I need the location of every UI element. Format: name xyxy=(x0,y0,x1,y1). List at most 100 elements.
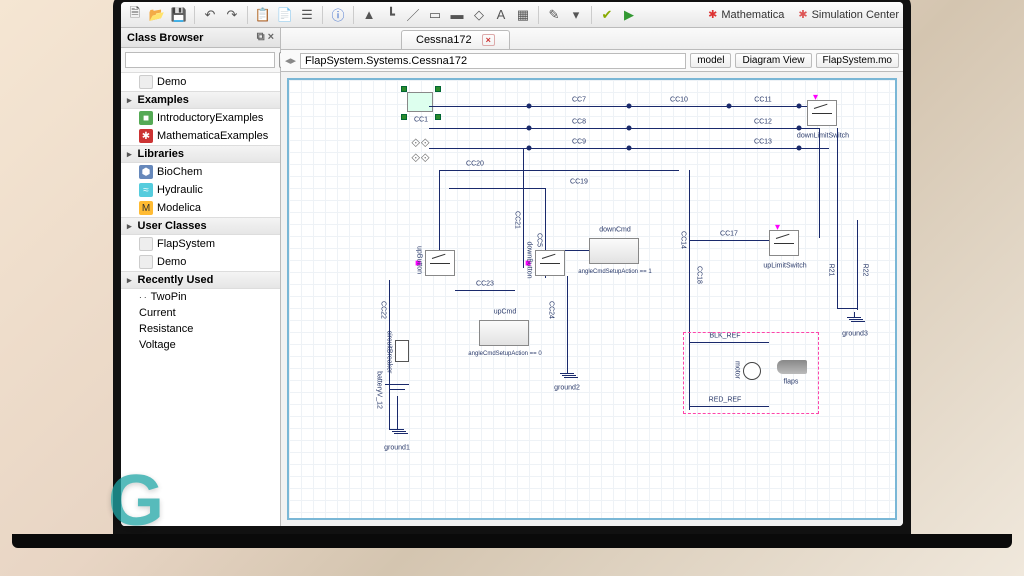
class-browser-title: Class Browser xyxy=(127,32,203,44)
port-cluster-icon: ⟐⟐⟐⟐ xyxy=(411,136,430,166)
up-limit-switch[interactable] xyxy=(769,230,799,256)
lbl-r21: R21 xyxy=(828,264,835,277)
model-path-input[interactable] xyxy=(300,53,686,69)
lbl-uplimit: upLimitSwitch xyxy=(763,263,806,270)
redo-icon[interactable]: ↷ xyxy=(222,5,242,25)
lbl-cc1: CC1 xyxy=(414,117,428,124)
down-button[interactable] xyxy=(535,250,565,276)
path-bar: ◂▸ model Diagram View FlapSystem.mo xyxy=(281,50,903,72)
lbl-action1: angleCmdSetupAction == 1 xyxy=(578,269,651,275)
connect-tool-icon[interactable]: ┗ xyxy=(381,5,401,25)
selected-component[interactable] xyxy=(407,92,433,112)
rect-fill-icon[interactable]: ▬ xyxy=(447,5,467,25)
find-input[interactable] xyxy=(125,52,275,68)
panel-pin-icon[interactable]: ⧉ xyxy=(257,31,265,44)
dropdown-icon[interactable]: ▾ xyxy=(566,5,586,25)
battery[interactable] xyxy=(385,380,409,396)
panel-close-icon[interactable]: × xyxy=(268,31,274,44)
up-button[interactable] xyxy=(425,250,455,276)
chip-file[interactable]: FlapSystem.mo xyxy=(816,53,899,68)
lbl-cc21: CC21 xyxy=(514,211,521,229)
tab-cessna172[interactable]: Cessna172 × xyxy=(401,30,510,49)
tree-item-demo[interactable]: Demo xyxy=(121,73,280,91)
tree-item-twopin[interactable]: · ·TwoPin xyxy=(121,289,280,305)
ground1[interactable] xyxy=(388,424,406,438)
tree-cat-userclasses[interactable]: User Classes xyxy=(121,217,280,235)
save-icon[interactable]: 💾 xyxy=(169,5,189,25)
tree-item-demo2[interactable]: Demo xyxy=(121,253,280,271)
open-file-icon[interactable]: 📂 xyxy=(147,5,167,25)
info-icon[interactable]: ⓘ xyxy=(328,5,348,25)
simulation-center-link[interactable]: ✱ Simulation Center xyxy=(798,8,899,21)
pen-icon[interactable]: ✎ xyxy=(544,5,564,25)
lbl-downcmd: downCmd xyxy=(599,227,631,234)
lbl-ground3: ground3 xyxy=(842,331,868,338)
lbl-cc22: CC22 xyxy=(380,301,387,319)
tree-item-hydraulic[interactable]: ≈Hydraulic xyxy=(121,181,280,199)
chip-diagram-view[interactable]: Diagram View xyxy=(735,53,811,68)
lbl-cc7: CC7 xyxy=(572,97,586,104)
rect-tool-icon[interactable]: ▭ xyxy=(425,5,445,25)
path-nav-icon[interactable]: ◂▸ xyxy=(285,54,296,67)
pointer-tool-icon[interactable]: ▲ xyxy=(359,5,379,25)
lbl-cc19: CC19 xyxy=(570,179,588,186)
simcenter-label: Simulation Center xyxy=(812,9,899,21)
class-tree[interactable]: Demo Examples ■IntroductoryExamples ✱Mat… xyxy=(121,73,280,526)
circuit-breaker[interactable] xyxy=(395,340,409,362)
tree-cat-recent[interactable]: Recently Used xyxy=(121,271,280,289)
paste-icon[interactable]: 📄 xyxy=(275,5,295,25)
main-toolbar: 🗎 📂 💾 ↶ ↷ 📋 📄 ☰ ⓘ ▲ ┗ ／ ▭ ▬ ◇ A ▦ ✎ ▾ ✔ … xyxy=(121,2,903,28)
lbl-ground1: ground1 xyxy=(384,445,410,452)
check-icon[interactable]: ✔ xyxy=(597,5,617,25)
tree-item-biochem[interactable]: ⬢BioChem xyxy=(121,163,280,181)
polygon-tool-icon[interactable]: ◇ xyxy=(469,5,489,25)
lbl-cc8: CC8 xyxy=(572,119,586,126)
line-tool-icon[interactable]: ／ xyxy=(403,5,423,25)
document-tabbar: Cessna172 × xyxy=(281,28,903,50)
ground3[interactable] xyxy=(845,312,863,326)
tree-item-modelica[interactable]: MModelica xyxy=(121,199,280,217)
class-browser-panel: Class Browser ⧉ × Find Demo Examples ■In… xyxy=(121,28,281,526)
tree-item-mathematicaex[interactable]: ✱MathematicaExamples xyxy=(121,127,280,145)
selection-handle[interactable] xyxy=(401,114,407,120)
undo-icon[interactable]: ↶ xyxy=(200,5,220,25)
mathematica-link[interactable]: ✱ Mathematica xyxy=(708,8,784,21)
lbl-cc13: CC13 xyxy=(754,139,772,146)
tree-item-resistance[interactable]: Resistance xyxy=(121,321,280,337)
tree-cat-examples[interactable]: Examples xyxy=(121,91,280,109)
lbl-cc24: CC24 xyxy=(548,301,555,319)
run-icon[interactable]: ▶ xyxy=(619,5,639,25)
lbl-cc17: CC17 xyxy=(720,231,738,238)
down-limit-switch[interactable] xyxy=(807,100,837,126)
copy-icon[interactable]: 📋 xyxy=(253,5,273,25)
selection-handle[interactable] xyxy=(435,114,441,120)
lbl-cc10: CC10 xyxy=(670,97,688,104)
lbl-cc12: CC12 xyxy=(754,119,772,126)
upcmd-block[interactable] xyxy=(479,320,529,346)
diagram-canvas[interactable]: CC1 ⟐⟐⟐⟐ CC7 CC10 CC11 CC8 CC12 CC20 CC9… xyxy=(287,78,897,520)
tree-item-flapsystem[interactable]: FlapSystem xyxy=(121,235,280,253)
text-tool-icon[interactable]: A xyxy=(491,5,511,25)
canvas-wrap: CC1 ⟐⟐⟐⟐ CC7 CC10 CC11 CC8 CC12 CC20 CC9… xyxy=(281,72,903,526)
image-tool-icon[interactable]: ▦ xyxy=(513,5,533,25)
simcenter-icon: ✱ xyxy=(798,8,807,21)
lbl-cc9: CC9 xyxy=(572,139,586,146)
tab-close-icon[interactable]: × xyxy=(482,34,495,46)
tree-item-introductory[interactable]: ■IntroductoryExamples xyxy=(121,109,280,127)
tree-item-voltage[interactable]: Voltage xyxy=(121,337,280,353)
subsystem-outline xyxy=(683,332,819,414)
lbl-action0: angleCmdSetupAction == 0 xyxy=(468,351,541,357)
chip-model[interactable]: model xyxy=(690,53,731,68)
downcmd-block[interactable] xyxy=(589,238,639,264)
lbl-cc18: CC18 xyxy=(696,266,703,284)
new-file-icon[interactable]: 🗎 xyxy=(125,5,145,25)
list-icon[interactable]: ☰ xyxy=(297,5,317,25)
lbl-cc23: CC23 xyxy=(476,281,494,288)
lbl-upbutton: upButton xyxy=(416,246,423,274)
tree-cat-libraries[interactable]: Libraries xyxy=(121,145,280,163)
ground2[interactable] xyxy=(558,368,576,382)
tree-item-current[interactable]: Current xyxy=(121,305,280,321)
lbl-cc11: CC11 xyxy=(754,97,771,104)
lbl-cc20: CC20 xyxy=(466,161,484,168)
selection-handle[interactable] xyxy=(435,86,441,92)
